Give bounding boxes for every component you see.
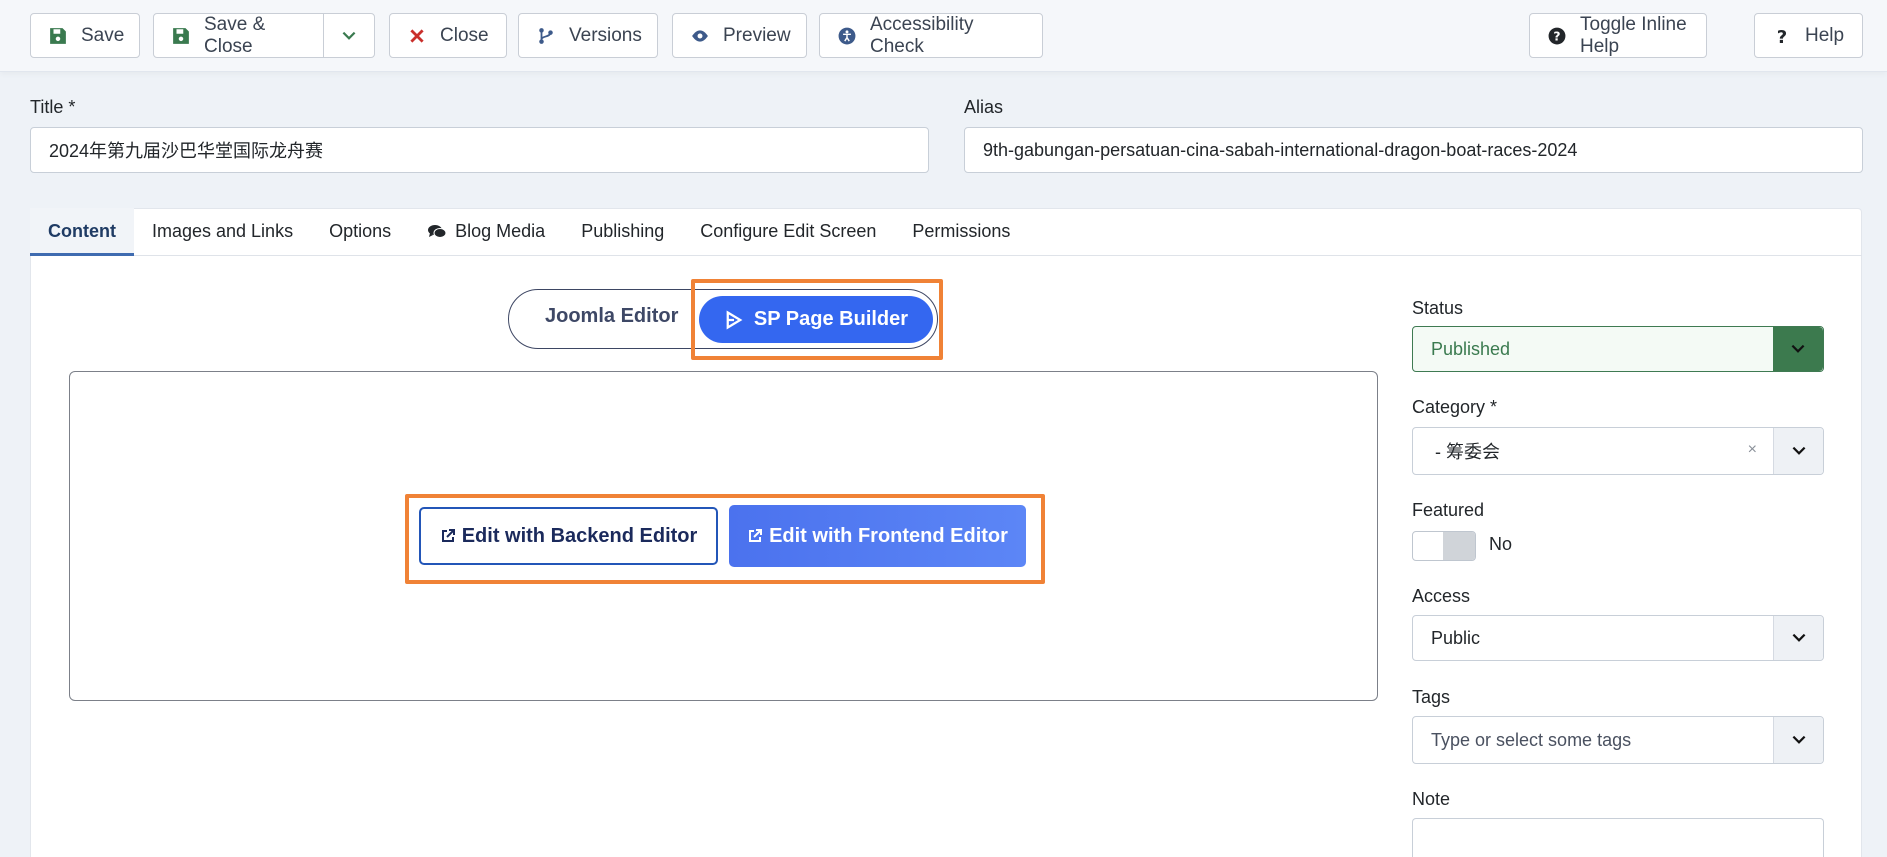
- tab-label: Publishing: [581, 221, 665, 241]
- question-circle-icon: ?: [1548, 27, 1566, 44]
- category-select[interactable]: - 筹委会 ×: [1412, 427, 1824, 475]
- preview-label: Preview: [723, 24, 791, 46]
- status-label: Status: [1412, 298, 1464, 318]
- svg-text:?: ?: [1553, 29, 1560, 43]
- title-input[interactable]: 2024年第九届沙巴华堂国际龙舟赛: [30, 127, 929, 173]
- help-label: Help: [1805, 24, 1845, 46]
- access-label: Access: [1412, 586, 1471, 606]
- chevron-down-icon: [1773, 616, 1823, 660]
- save-label: Save: [81, 24, 125, 46]
- tab-label: Blog Media: [455, 221, 546, 241]
- status-select[interactable]: Published: [1412, 326, 1824, 372]
- tab-label: Options: [329, 221, 392, 241]
- chevron-down-icon: [1773, 717, 1823, 763]
- toolbar: Save Save & Close Close Versions Preview…: [0, 0, 1887, 72]
- save-icon: [50, 27, 66, 44]
- switch-knob: [1443, 532, 1475, 560]
- tags-label: Tags: [1412, 687, 1451, 707]
- category-label: Category *: [1412, 397, 1498, 417]
- featured-switch[interactable]: [1412, 531, 1476, 561]
- chevron-down-icon: [1773, 428, 1823, 474]
- save-icon: [173, 27, 189, 44]
- versions-button[interactable]: Versions: [518, 13, 658, 58]
- note-input[interactable]: [1412, 818, 1824, 857]
- tags-placeholder: Type or select some tags: [1431, 729, 1632, 750]
- tab-label: Images and Links: [151, 221, 294, 241]
- toggle-help-label: Toggle Inline Help: [1580, 13, 1687, 57]
- accessibility-icon: [838, 27, 856, 44]
- joomla-editor-option[interactable]: Joomla Editor: [545, 305, 678, 328]
- tab-blog-media[interactable]: Blog Media: [409, 208, 563, 255]
- clear-icon[interactable]: ×: [1748, 441, 1757, 459]
- help-button[interactable]: ? Help: [1754, 13, 1863, 58]
- tags-select[interactable]: Type or select some tags: [1412, 716, 1824, 764]
- featured-label: Featured: [1412, 500, 1485, 520]
- tab-configure-edit-screen[interactable]: Configure Edit Screen: [682, 208, 894, 255]
- tab-publishing[interactable]: Publishing: [563, 208, 682, 255]
- svg-text:?: ?: [1777, 27, 1787, 45]
- tab-options[interactable]: Options: [311, 208, 409, 255]
- accessibility-check-button[interactable]: Accessibility Check: [819, 13, 1043, 58]
- tab-bar: Content Images and Links Options Blog Me…: [30, 208, 1862, 256]
- access-select[interactable]: Public: [1412, 615, 1824, 661]
- alias-label: Alias: [964, 97, 1004, 117]
- title-value: 2024年第九届沙巴华堂国际龙舟赛: [49, 141, 324, 161]
- save-button[interactable]: Save: [30, 13, 140, 58]
- highlight-frame: [691, 279, 943, 360]
- tab-label: Content: [48, 221, 116, 241]
- title-label: Title *: [30, 97, 76, 117]
- featured-value: No: [1489, 534, 1513, 554]
- status-value: Published: [1431, 338, 1511, 359]
- access-value: Public: [1431, 627, 1481, 648]
- tab-permissions[interactable]: Permissions: [894, 208, 1028, 255]
- branch-icon: [539, 27, 553, 44]
- alias-value: 9th-gabungan-persatuan-cina-sabah-intern…: [983, 139, 1578, 160]
- preview-button[interactable]: Preview: [672, 13, 807, 58]
- eye-icon: [692, 29, 708, 42]
- toggle-inline-help-button[interactable]: ? Toggle Inline Help: [1529, 13, 1707, 58]
- tab-content[interactable]: Content: [30, 208, 134, 256]
- chevron-down-icon: [342, 31, 356, 40]
- save-options-dropdown[interactable]: [323, 13, 375, 58]
- versions-label: Versions: [569, 24, 642, 46]
- tab-label: Configure Edit Screen: [700, 221, 877, 241]
- alias-input[interactable]: 9th-gabungan-persatuan-cina-sabah-intern…: [964, 127, 1863, 173]
- chevron-down-icon: [1773, 327, 1823, 371]
- tab-images-and-links[interactable]: Images and Links: [134, 208, 311, 255]
- tab-label: Permissions: [912, 221, 1011, 241]
- comments-icon: [428, 224, 447, 238]
- category-value: - 筹委会: [1435, 442, 1500, 462]
- highlight-frame: [405, 494, 1045, 584]
- note-label: Note: [1412, 789, 1451, 809]
- save-close-label: Save & Close: [204, 13, 266, 57]
- close-icon: [410, 28, 424, 43]
- close-button[interactable]: Close: [389, 13, 507, 58]
- question-icon: ?: [1777, 27, 1787, 45]
- save-close-button[interactable]: Save & Close: [153, 13, 324, 58]
- accessibility-label: Accessibility Check: [870, 13, 974, 57]
- close-label: Close: [440, 24, 489, 46]
